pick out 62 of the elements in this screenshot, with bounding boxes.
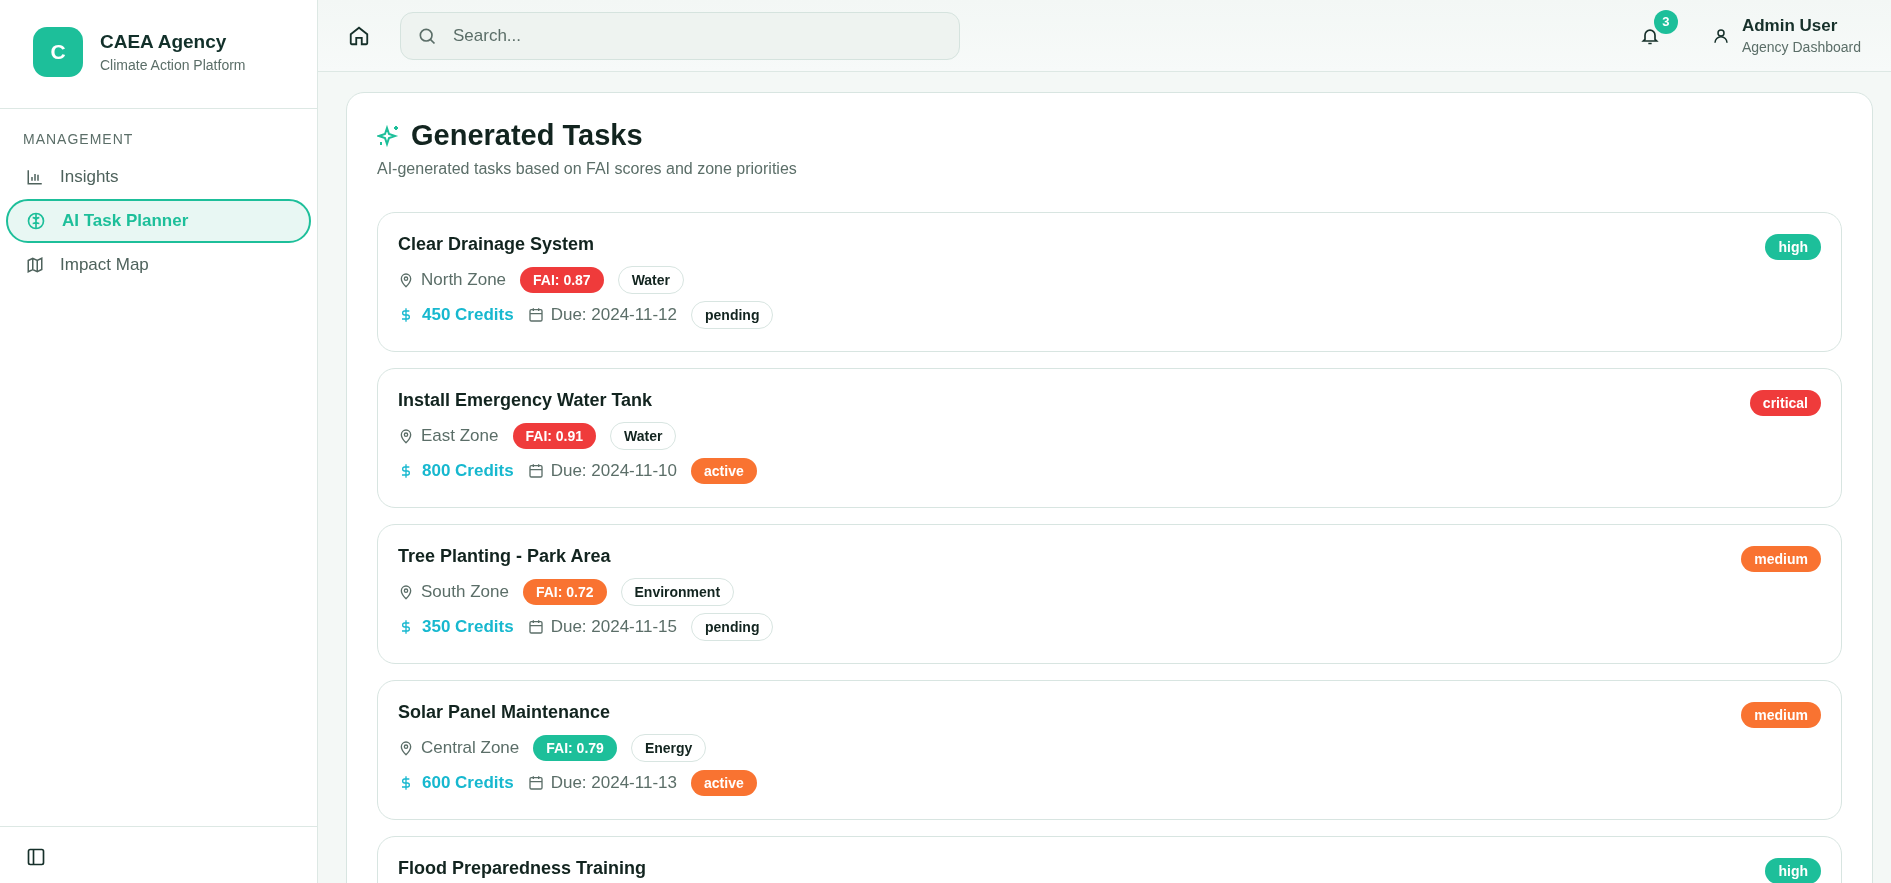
location-pin-icon [398,583,414,600]
location-pin-icon [398,427,414,444]
logo-mark: C [33,27,83,77]
priority-tag: high [1765,858,1821,883]
status-tag: active [691,457,757,484]
fai-score: FAI: 0.72 [522,578,607,605]
user-role: Agency Dashboard [1741,39,1861,55]
priority-tag: critical [1749,390,1821,416]
user-name: Admin User [1741,16,1839,36]
task-title: Tree Planting - Park Area [398,546,612,567]
credits-amount: 350 Credits [422,616,514,637]
due-date: Due: 2024-11-10 [550,460,677,481]
zone-label: East Zone [421,425,499,446]
map-icon [26,256,44,274]
category-tag: Water [610,421,677,450]
zone-label: North Zone [421,269,507,290]
priority-tag: high [1765,234,1821,260]
zone-label: Central Zone [421,737,520,758]
calendar-icon [527,306,544,323]
bar-chart-icon [26,168,44,186]
fai-score: FAI: 0.79 [533,734,617,761]
search-input[interactable]: Search... [451,24,943,47]
sidebar-item[interactable]: Insights [6,155,311,199]
user-icon[interactable] [1711,26,1730,45]
due-date: Due: 2024-11-13 [550,772,677,793]
category-tag: Energy [630,733,707,762]
sidebar-item[interactable]: Impact Map [6,243,311,287]
brain-icon [26,211,46,231]
priority-tag: medium [1741,546,1821,572]
brand-tagline: Climate Action Platform [100,57,246,73]
notification-count: 3 [1653,9,1678,34]
task-title: Solar Panel Maintenance [398,702,612,723]
calendar-icon [527,462,544,479]
home-icon[interactable] [348,24,370,47]
status-tag: pending [691,300,774,329]
page-subtitle: AI-generated tasks based on FAI scores and zone priorities [377,160,798,178]
task-title: Clear Drainage System [398,234,596,255]
task-title: Flood Preparedness Training [398,858,647,879]
location-pin-icon [398,739,414,756]
status-tag: active [691,769,757,796]
calendar-icon [527,618,544,635]
category-tag: Environment [620,577,735,606]
section-label: MANAGEMENT [22,130,135,149]
credits-amount: 600 Credits [422,772,514,793]
due-date: Due: 2024-11-12 [550,304,677,325]
fai-score: FAI: 0.87 [520,266,604,293]
page-title: Generated Tasks [411,119,643,152]
priority-tag: medium [1741,702,1821,728]
brand-name: CAEA Agency [100,31,228,53]
credits-amount: 800 Credits [422,460,514,481]
category-tag: Water [617,265,685,294]
fai-score: FAI: 0.91 [512,422,597,449]
location-pin-icon [398,271,414,288]
calendar-icon [527,774,544,791]
sidebar-toggle-icon[interactable] [26,847,46,867]
zone-label: South Zone [421,581,509,602]
search-field[interactable]: Search... [400,11,960,60]
task-title: Install Emergency Water Tank [398,390,654,411]
status-tag: pending [691,612,774,641]
credits-amount: 450 Credits [422,304,514,325]
due-date: Due: 2024-11-15 [550,616,677,637]
sparkles-icon [377,123,401,148]
